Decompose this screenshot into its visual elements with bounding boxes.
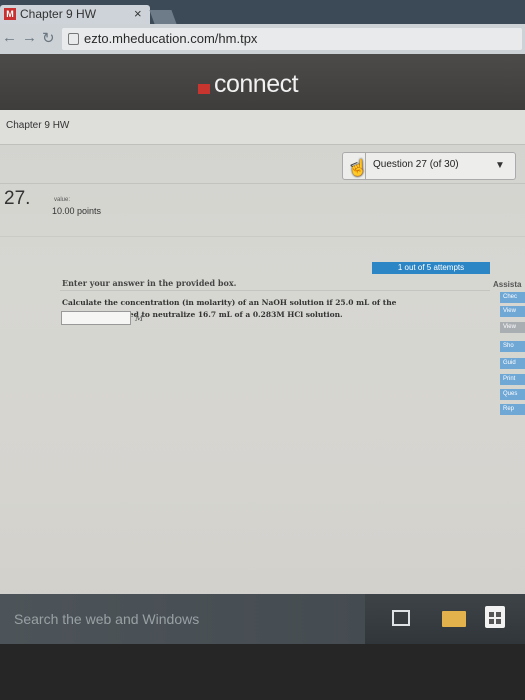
guided-button[interactable]: Guid — [500, 358, 525, 369]
question-selector-label: Question 27 (of 30) — [373, 159, 459, 170]
report-button[interactable]: Rep — [500, 404, 525, 415]
tab-title: Chapter 9 HW — [20, 7, 97, 21]
task-view-icon[interactable] — [392, 610, 410, 626]
attempts-badge: 1 out of 5 attempts — [372, 262, 490, 274]
divider — [60, 290, 490, 291]
chevron-down-icon[interactable]: ▼ — [495, 160, 505, 171]
check-my-work-button[interactable]: Chec — [500, 292, 525, 303]
address-bar[interactable]: ezto.mheducation.com/hm.tpx — [62, 28, 522, 50]
store-icon[interactable] — [485, 606, 505, 628]
brand-mark-icon — [198, 84, 210, 94]
hand-cursor-icon: ☝ — [348, 160, 368, 177]
connect-header: connect — [0, 54, 525, 110]
connect-logo: connect — [214, 70, 299, 98]
unit-label: M — [135, 314, 144, 323]
view-button-disabled[interactable]: View — [500, 322, 525, 333]
taskbar-search-box[interactable]: Search the web and Windows — [0, 594, 365, 644]
back-arrow-icon[interactable]: ← — [2, 29, 17, 46]
address-bar-row: ← → ↻ ezto.mheducation.com/hm.tpx — [0, 24, 525, 54]
view-button[interactable]: View — [500, 306, 525, 317]
mcgraw-hill-favicon-icon: M — [4, 8, 16, 20]
file-explorer-icon[interactable] — [442, 611, 466, 627]
question-number: 27. — [4, 188, 31, 209]
answer-input[interactable] — [61, 311, 131, 325]
new-tab-button[interactable] — [149, 10, 177, 24]
windows-taskbar: Search the web and Windows — [0, 594, 525, 644]
value-label: value: — [54, 197, 71, 203]
tab-close-icon[interactable]: × — [134, 6, 142, 21]
assistance-title: Assista — [493, 280, 522, 289]
points-value: 10.00 points — [52, 206, 102, 216]
browser-tab[interactable]: M Chapter 9 HW × — [0, 5, 150, 24]
divider — [0, 236, 525, 237]
show-button[interactable]: Sho — [500, 341, 525, 352]
url-text[interactable]: ezto.mheducation.com/hm.tpx — [84, 31, 257, 46]
divider — [0, 183, 525, 184]
instruction-text: Enter your answer in the provided box. — [62, 278, 237, 288]
screen: M Chapter 9 HW × ← → ↻ ezto.mheducation.… — [0, 0, 525, 700]
taskbar-search-placeholder: Search the web and Windows — [14, 611, 200, 627]
questions-button[interactable]: Ques — [500, 389, 525, 400]
chapter-title: Chapter 9 HW — [6, 120, 70, 131]
forward-arrow-icon[interactable]: → — [22, 29, 37, 46]
print-button[interactable]: Print — [500, 374, 525, 385]
browser-tab-strip: M Chapter 9 HW × — [0, 0, 525, 24]
reload-icon[interactable]: ↻ — [42, 29, 55, 47]
monitor-bezel — [0, 644, 525, 700]
page-icon — [68, 33, 79, 45]
question-selector[interactable]: < Question 27 (of 30) ▼ — [342, 152, 516, 180]
chapter-bar: Chapter 9 HW — [0, 110, 525, 145]
